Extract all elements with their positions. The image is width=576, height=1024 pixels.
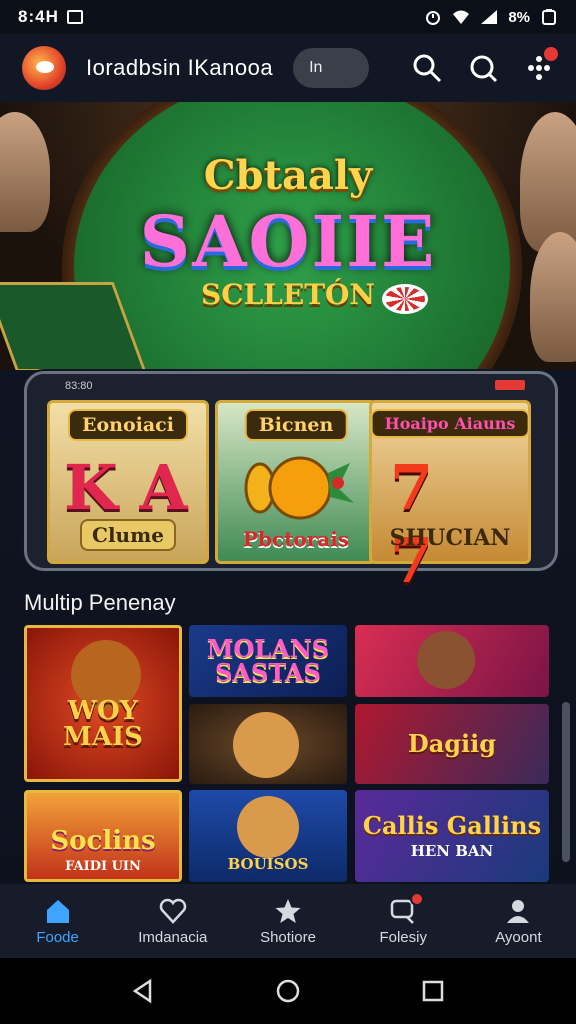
reel-symbol: K A: [64, 451, 188, 524]
search-icon[interactable]: [412, 53, 442, 83]
heart-icon: [159, 898, 187, 924]
nav-item-home[interactable]: Foode: [0, 884, 115, 958]
reel-title: Eonoiaci: [68, 409, 188, 441]
game-subtitle: HEN BAN: [410, 841, 494, 860]
nav-item-featured[interactable]: Shotiore: [230, 884, 345, 958]
signal-icon: [481, 10, 498, 24]
menu-button[interactable]: [524, 47, 558, 83]
hero-title-line1: Cbtaaly: [203, 152, 373, 199]
status-time: 8:4H: [18, 7, 59, 26]
slot-reel-2[interactable]: Bicnen Pbctorais: [215, 400, 377, 564]
game-title: WOY MAIS: [63, 695, 143, 752]
nav-item-account[interactable]: Ayoont: [461, 884, 576, 958]
game-subtitle: FAIDI UIN: [65, 858, 141, 874]
game-tile[interactable]: WOY MAIS: [24, 625, 182, 782]
game-tile[interactable]: Dagiig: [355, 704, 549, 784]
game-tile[interactable]: [355, 625, 549, 697]
status-bar: 8:4H 8%: [0, 0, 576, 34]
app-header: Ioradbsin IKanooa In: [0, 34, 576, 102]
app-screen: 8:4H 8% Ioradbsin IKanooa In Cbtaaly SAO…: [0, 0, 576, 1024]
recents-icon[interactable]: [420, 978, 446, 1004]
status-icons: 8%: [424, 9, 558, 26]
account-icon: [507, 899, 530, 923]
reel-footer: SHUCIAN: [389, 525, 511, 551]
reel-title: Bicnen: [244, 409, 348, 441]
hero-title-line2: SAOIIE: [139, 200, 437, 283]
language-selector[interactable]: In: [293, 48, 370, 88]
system-navigation-bar: [0, 958, 576, 1024]
reel-title: Hoaipo Aiauns: [370, 409, 530, 438]
nav-item-messages[interactable]: Folesiy: [346, 884, 461, 958]
nav-label: Shotiore: [260, 928, 316, 946]
reel-footer: Clume: [80, 519, 176, 551]
slot-reel-1[interactable]: Eonoiaci K A Clume: [47, 400, 209, 564]
scrollbar-thumb[interactable]: [562, 702, 570, 862]
wifi-icon: [453, 10, 470, 24]
game-tile[interactable]: Soclins FAIDI UIN: [24, 790, 182, 882]
messages-badge: [409, 892, 424, 906]
home-icon: [46, 899, 69, 923]
game-title: Soclins: [50, 825, 156, 856]
section-title: Multip Penenay: [24, 590, 176, 615]
hero-title-line3: SCLLETÓN: [200, 278, 376, 311]
reel-footer: Pbctorais: [242, 527, 350, 551]
notification-badge: [544, 47, 558, 61]
language-label: In: [309, 59, 323, 76]
game-tile[interactable]: MOLANS SASTAS: [189, 625, 347, 697]
app-title: Ioradbsin IKanooa: [86, 55, 274, 80]
slot-reel-3[interactable]: Hoaipo Aiauns 7 7 SHUCIAN: [369, 400, 531, 597]
game-title: MOLANS SASTAS: [206, 634, 330, 687]
game-title: Callis Gallins: [362, 810, 542, 840]
slot-status-text: 83:80: [65, 380, 93, 392]
hero-banner[interactable]: Cbtaaly SAOIIE SCLLETÓN: [0, 102, 576, 370]
nav-label: Folesiy: [379, 928, 427, 946]
game-tile[interactable]: [189, 704, 347, 784]
player-portrait-icon: [417, 631, 475, 689]
clown-mascot-icon: [237, 796, 299, 858]
header-actions: [412, 47, 558, 83]
alarm-icon: [426, 11, 441, 25]
orange-fruit-icon: [244, 456, 354, 520]
notification-icon: [66, 10, 83, 24]
featured-slot-card[interactable]: 83:80 Eonoiaci K A Clume Bicnen Pbctorai…: [24, 371, 558, 597]
nav-item-favorites[interactable]: Imdanacia: [115, 884, 230, 958]
game-title: BOUISOS: [227, 854, 309, 873]
home-button-icon[interactable]: [275, 978, 301, 1004]
game-tile[interactable]: BOUISOS: [189, 790, 347, 882]
star-icon: [275, 898, 301, 923]
battery-icon: [542, 9, 556, 25]
slot-status-indicator: [495, 380, 525, 390]
back-icon[interactable]: [130, 978, 156, 1004]
nav-label: Imdanacia: [138, 928, 208, 946]
app-logo[interactable]: [22, 46, 66, 90]
nav-label: Foode: [36, 928, 79, 946]
bottom-navigation: Foode Imdanacia Shotiore Folesiy Ayoont: [0, 884, 576, 958]
reel-symbol: 7 7: [390, 451, 452, 597]
nav-label: Ayoont: [495, 928, 542, 946]
game-title: Dagiig: [407, 729, 497, 758]
gnome-mascot-icon: [233, 712, 299, 778]
battery-percent: 8%: [508, 8, 530, 26]
game-tile[interactable]: Callis Gallins HEN BAN: [355, 790, 549, 882]
chat-search-icon[interactable]: [468, 53, 498, 83]
